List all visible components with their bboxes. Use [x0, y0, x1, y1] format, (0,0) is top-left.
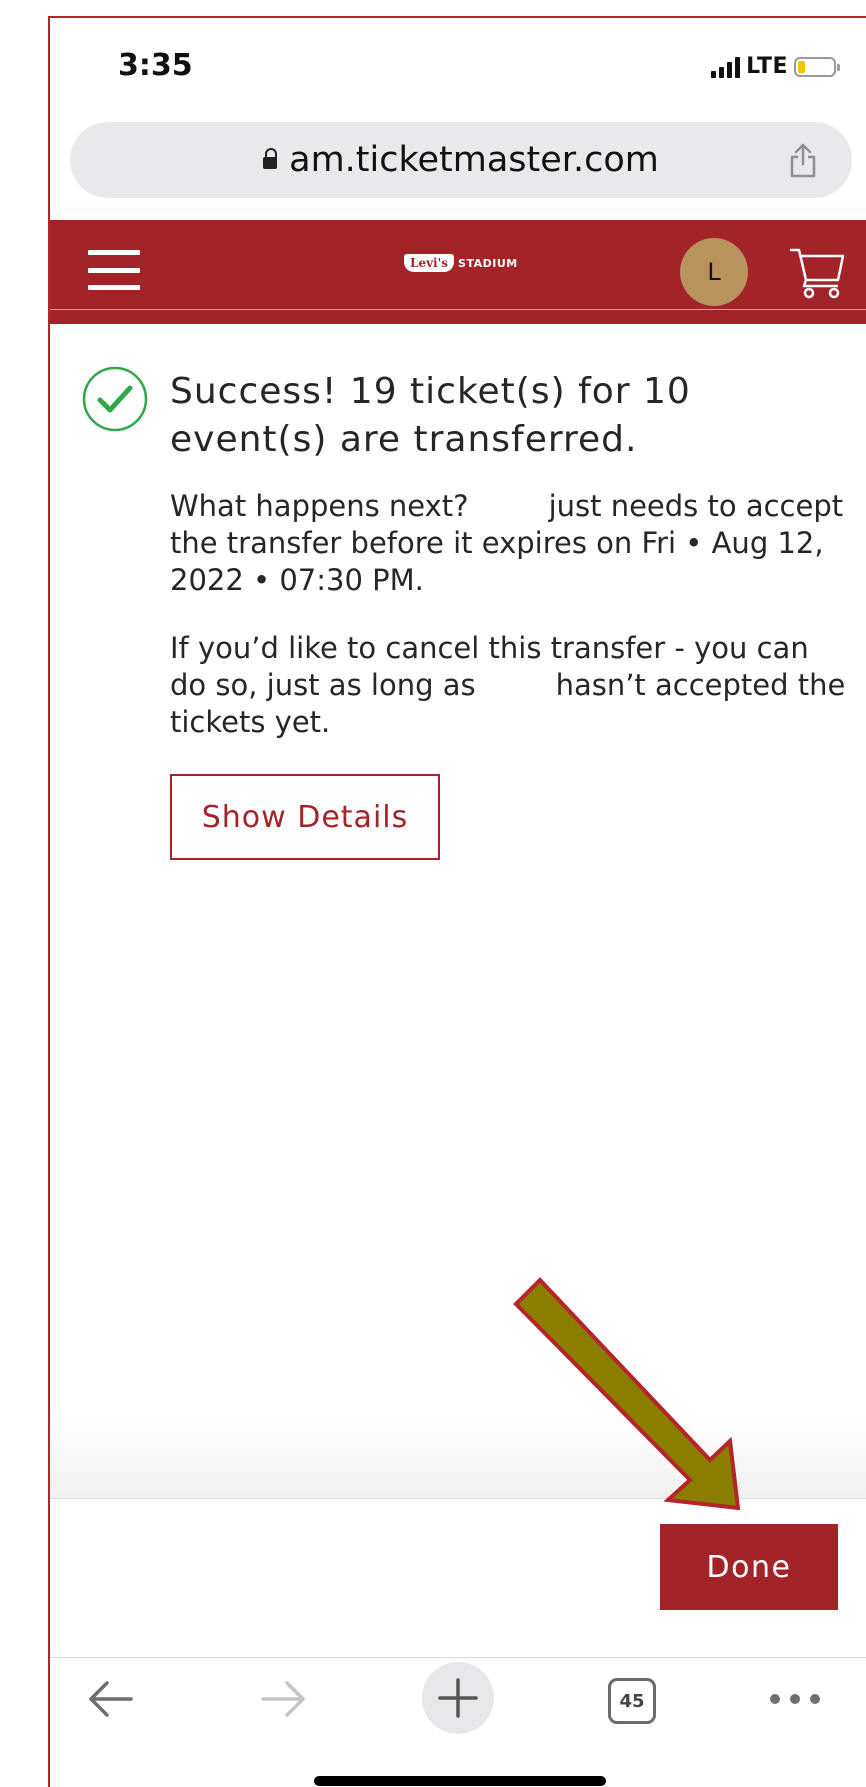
forward-button[interactable]	[254, 1666, 314, 1732]
network-label: LTE	[746, 54, 788, 79]
cart-icon[interactable]	[788, 242, 846, 300]
tabs-icon[interactable]: 45	[608, 1678, 656, 1724]
lock-icon	[263, 148, 278, 171]
done-button[interactable]: Done	[660, 1524, 838, 1610]
back-button[interactable]	[80, 1666, 140, 1732]
levis-stadium-logo[interactable]: Levi's STADIUM	[404, 254, 518, 272]
plus-icon	[438, 1678, 478, 1718]
address-bar[interactable]: am.ticketmaster.com	[70, 122, 852, 198]
checkmark-circle-icon	[82, 366, 148, 432]
forward-arrow-icon	[261, 1681, 305, 1717]
more-icon[interactable]	[762, 1666, 828, 1732]
show-details-button[interactable]: Show Details	[170, 774, 440, 860]
status-time: 3:35	[118, 48, 193, 83]
url-text: am.ticketmaster.com	[289, 140, 659, 180]
site-header: Levi's STADIUM L	[50, 220, 866, 324]
next-steps-text: What happens next? just needs to accept t…	[170, 488, 850, 599]
home-indicator	[314, 1776, 606, 1786]
signal-icon	[711, 56, 741, 78]
logo-brand: Levi's	[404, 254, 455, 272]
new-tab-button[interactable]	[422, 1662, 494, 1734]
avatar[interactable]: L	[680, 238, 748, 306]
header-divider	[50, 309, 866, 324]
back-arrow-icon	[89, 1681, 133, 1717]
next-steps-part1: What happens next?	[170, 489, 469, 523]
battery-level	[798, 60, 805, 73]
menu-icon[interactable]	[88, 250, 140, 290]
browser-toolbar: 45	[50, 1658, 866, 1744]
cancel-info-text: If you’d like to cancel this transfer - …	[170, 630, 850, 741]
status-indicators: LTE	[711, 54, 840, 79]
annotation-arrow-icon	[513, 1277, 741, 1511]
share-icon[interactable]	[788, 142, 818, 178]
success-title: Success! 19 ticket(s) for 10 event(s) ar…	[170, 371, 691, 460]
browser-window: 3:35 LTE am.ticketmaster.com Levi's STAD…	[48, 16, 866, 1787]
battery-icon	[794, 56, 840, 77]
logo-suffix: STADIUM	[458, 256, 518, 270]
